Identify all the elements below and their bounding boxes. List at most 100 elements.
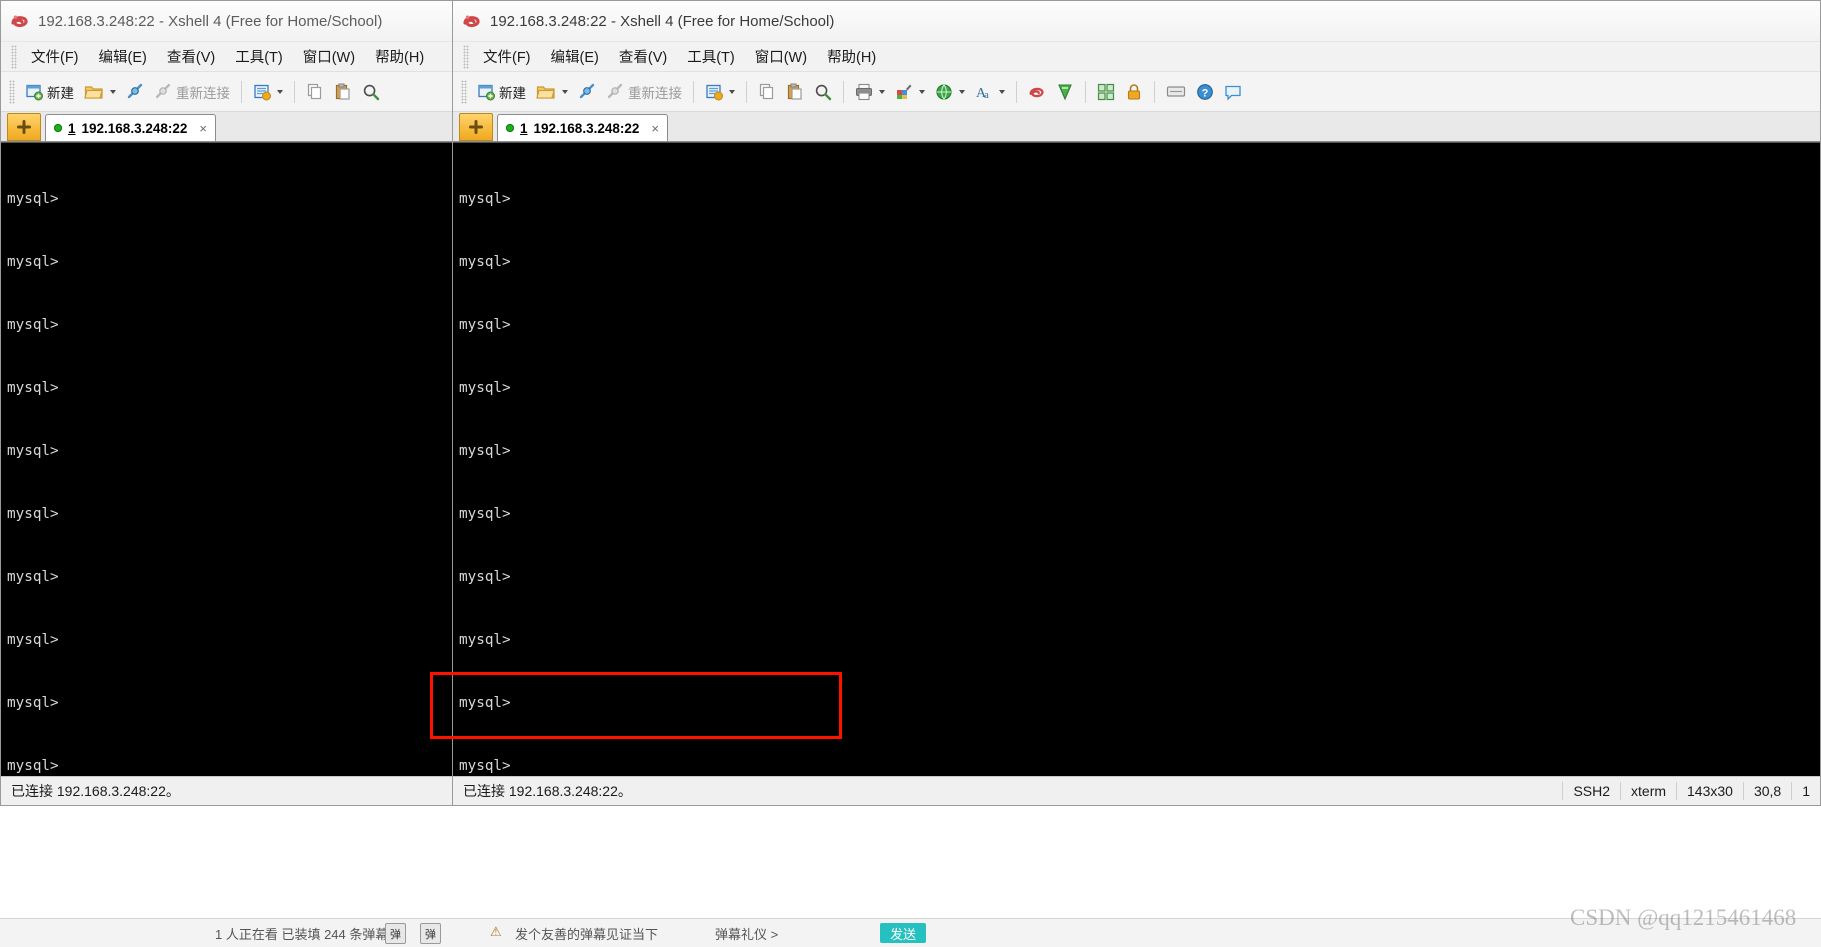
terminal-line: mysql> — [459, 569, 511, 585]
search-icon — [814, 83, 832, 101]
lock-button[interactable] — [1121, 80, 1147, 104]
copy-button[interactable] — [302, 80, 328, 104]
menu-tools-left[interactable]: 工具(T) — [225, 43, 293, 70]
web-caret-icon[interactable] — [959, 89, 965, 94]
open-session-button[interactable] — [532, 80, 572, 104]
toolbar-separator-1 — [241, 80, 242, 103]
tile-windows-button[interactable] — [1093, 80, 1119, 104]
feedback-button[interactable] — [1220, 80, 1246, 104]
xftp-button[interactable] — [1052, 80, 1078, 104]
titlebar-right[interactable]: 192.168.3.248:22 - Xshell 4 (Free for Ho… — [453, 1, 1820, 41]
menu-window-left[interactable]: 窗口(W) — [293, 43, 365, 70]
terminal-right[interactable]: mysql> mysql> mysql> mysql> mysql> mysql… — [453, 142, 1820, 776]
window-title-right: 192.168.3.248:22 - Xshell 4 (Free for Ho… — [490, 12, 835, 30]
find-button[interactable] — [358, 80, 384, 104]
menu-tools-right[interactable]: 工具(T) — [677, 43, 745, 70]
toolbar-gripper[interactable] — [9, 79, 15, 104]
toolbar-separator-5 — [1085, 80, 1086, 103]
menubar-gripper[interactable] — [463, 44, 469, 69]
terminal-line: mysql> — [459, 380, 511, 396]
menu-help-left[interactable]: 帮助(H) — [365, 43, 434, 70]
connect-plug-icon — [578, 83, 596, 101]
palette-icon — [895, 83, 913, 101]
session-manager-caret-icon[interactable] — [729, 89, 735, 94]
toolbar-separator-2 — [746, 80, 747, 103]
menu-file-right[interactable]: 文件(F) — [473, 43, 541, 70]
xshell-icon — [1028, 83, 1046, 101]
statusbar-right: 已连接 192.168.3.248:22。 SSH2 xterm 143x30 … — [453, 776, 1820, 804]
compose-bar-button[interactable] — [1162, 80, 1190, 104]
new-session-label: 新建 — [499, 85, 526, 101]
xshell-logo-icon — [9, 10, 31, 32]
danmaku-etiquette-link[interactable]: 弹幕礼仪 > — [715, 924, 778, 943]
csdn-watermark: CSDN @qq1215461468 — [1570, 905, 1797, 930]
session-tab-right[interactable]: 1 192.168.3.248:22 × — [497, 114, 668, 141]
color-scheme-button[interactable] — [891, 80, 929, 104]
menu-window-right[interactable]: 窗口(W) — [745, 43, 817, 70]
color-scheme-caret-icon[interactable] — [919, 89, 925, 94]
connect-button[interactable] — [122, 80, 148, 104]
reconnect-button[interactable]: 重新连接 — [150, 79, 234, 105]
toolbar-gripper[interactable] — [461, 79, 467, 104]
status-size: 143x30 — [1687, 782, 1733, 799]
new-session-button[interactable]: 新建 — [473, 79, 530, 105]
window-title-left: 192.168.3.248:22 - Xshell 4 (Free for Ho… — [38, 12, 383, 30]
status-terminal-type: xterm — [1631, 782, 1667, 799]
open-session-button[interactable] — [80, 80, 120, 104]
reconnect-label: 重新连接 — [628, 85, 682, 101]
connect-button[interactable] — [574, 80, 600, 104]
xshell-app-button[interactable] — [1024, 80, 1050, 104]
tile-grid-icon — [1097, 83, 1115, 101]
session-manager-button[interactable] — [701, 80, 739, 104]
reconnect-icon — [606, 83, 624, 101]
toolbar-separator-1 — [693, 80, 694, 103]
web-button[interactable] — [931, 80, 969, 104]
connection-status-right: 已连接 192.168.3.248:22。 — [463, 782, 632, 799]
terminal-line: mysql> — [459, 191, 511, 207]
tab-label: 192.168.3.248:22 — [81, 120, 188, 136]
new-tab-button[interactable] — [459, 113, 493, 141]
new-tab-button[interactable] — [7, 113, 41, 141]
send-button[interactable]: 发送 — [880, 923, 927, 943]
menu-help-right[interactable]: 帮助(H) — [817, 43, 886, 70]
danmaku-hint-text: 发个友善的弹幕见证当下 — [515, 927, 659, 942]
paste-button[interactable] — [330, 80, 356, 104]
connection-status-left: 已连接 192.168.3.248:22。 — [11, 782, 180, 799]
menu-edit-left[interactable]: 编辑(E) — [89, 43, 157, 70]
menu-view-right[interactable]: 查看(V) — [609, 43, 677, 70]
menu-view-left[interactable]: 查看(V) — [157, 43, 225, 70]
copy-button[interactable] — [754, 80, 780, 104]
find-button[interactable] — [810, 80, 836, 104]
xshell-logo-icon — [461, 10, 483, 32]
paste-button[interactable] — [782, 80, 808, 104]
tab-close-icon[interactable]: × — [199, 121, 207, 136]
xshell-window-right[interactable]: 192.168.3.248:22 - Xshell 4 (Free for Ho… — [452, 0, 1821, 806]
open-session-caret-icon[interactable] — [110, 89, 116, 94]
font-button[interactable]: A a — [971, 80, 1009, 104]
print-button[interactable] — [851, 80, 889, 104]
reconnect-button[interactable]: 重新连接 — [602, 79, 686, 105]
toolbar-right[interactable]: 新建 重新连接 A a ? — [453, 72, 1820, 112]
plus-icon — [17, 120, 31, 134]
menubar-right[interactable]: 文件(F) 编辑(E) 查看(V) 工具(T) 窗口(W) 帮助(H) — [453, 41, 1820, 72]
open-session-caret-icon[interactable] — [562, 89, 568, 94]
session-manager-button[interactable] — [249, 80, 287, 104]
session-manager-caret-icon[interactable] — [277, 89, 283, 94]
tabs-row-right[interactable]: 1 192.168.3.248:22 × — [453, 112, 1820, 142]
new-session-button[interactable]: 新建 — [21, 79, 78, 105]
session-tab-left[interactable]: 1 192.168.3.248:22 × — [45, 114, 216, 141]
danmaku-pill-2[interactable]: 弹 — [420, 923, 441, 944]
compose-icon — [1166, 83, 1186, 101]
tab-close-icon[interactable]: × — [651, 121, 659, 136]
font-caret-icon[interactable] — [999, 89, 1005, 94]
lock-icon — [1125, 83, 1143, 101]
menu-file-left[interactable]: 文件(F) — [21, 43, 89, 70]
terminal-line: mysql> — [459, 695, 511, 711]
print-caret-icon[interactable] — [879, 89, 885, 94]
menu-edit-right[interactable]: 编辑(E) — [541, 43, 609, 70]
danmaku-pill-1[interactable]: 弹 — [385, 923, 406, 944]
new-session-icon — [477, 83, 495, 101]
menubar-gripper[interactable] — [11, 44, 17, 69]
new-session-icon — [25, 83, 43, 101]
help-button[interactable]: ? — [1192, 80, 1218, 104]
